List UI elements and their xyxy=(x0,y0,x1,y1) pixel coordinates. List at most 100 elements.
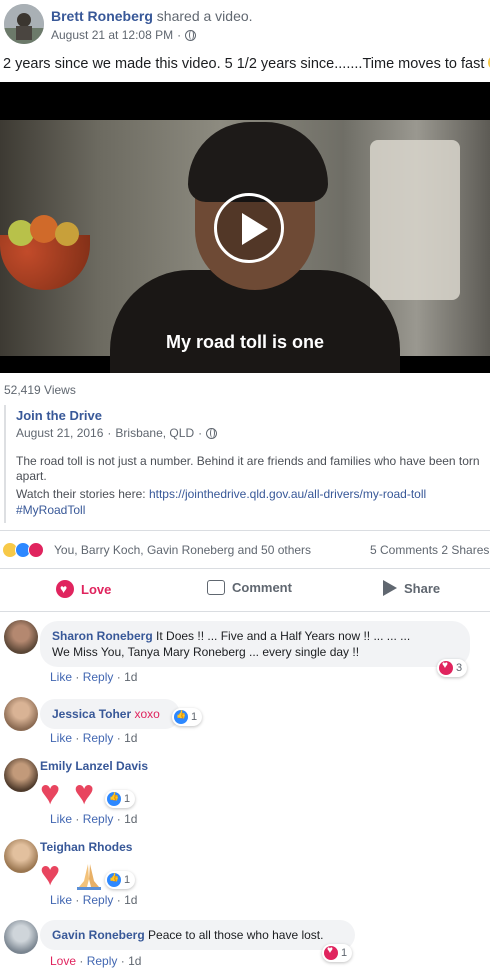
share-label: Share xyxy=(404,580,441,596)
separator: · xyxy=(120,954,125,968)
hashtag-link[interactable]: #MyRoadToll xyxy=(16,503,85,517)
globe-icon[interactable] xyxy=(206,427,218,439)
video-player[interactable]: My road toll is one xyxy=(0,82,490,373)
comment-reaction-badge[interactable]: 1 xyxy=(105,871,136,889)
post-text: 2 years since we made this video. 5 1/2 … xyxy=(3,55,490,72)
love-button[interactable]: Love xyxy=(56,580,111,598)
comment-button[interactable]: Comment xyxy=(207,580,292,595)
commenter-avatar[interactable] xyxy=(4,920,38,954)
like-link[interactable]: Like xyxy=(50,893,72,907)
reply-link[interactable]: Reply xyxy=(83,670,114,684)
separator: · xyxy=(75,670,80,684)
commenter-name[interactable]: Gavin Roneberg xyxy=(52,928,145,942)
fruit-image xyxy=(30,215,58,243)
comment-time[interactable]: 1d xyxy=(128,954,141,968)
separator: · xyxy=(75,893,80,907)
comment-item: Jessica Toher xoxo 1 Like · Reply · 1d xyxy=(0,695,490,750)
meta-separator: · xyxy=(107,426,112,440)
author-avatar[interactable] xyxy=(4,4,44,44)
commenter-avatar[interactable] xyxy=(4,620,38,654)
commenter-name[interactable]: Teighan Rhodes xyxy=(40,840,132,854)
comment-reaction-badge[interactable]: 1 xyxy=(105,790,136,808)
heart-emoji-icon: ♥ xyxy=(40,774,61,812)
comment-actions: Like · Reply · 1d xyxy=(50,670,137,684)
reply-link[interactable]: Reply xyxy=(83,812,114,826)
post-date[interactable]: August 21 at 12:08 PM xyxy=(51,28,173,42)
comment-text: xoxo xyxy=(134,707,160,721)
comment-item: Teighan Rhodes ♥ 1 Like · Reply · 1d xyxy=(0,837,490,912)
heart-icon xyxy=(324,945,338,960)
reaction-names[interactable]: You, Barry Koch, Gavin Roneberg and 50 o… xyxy=(54,543,311,557)
commenter-name[interactable]: Emily Lanzel Davis xyxy=(40,759,148,773)
reaction-icons[interactable] xyxy=(2,542,52,558)
share-arrow-icon xyxy=(383,580,397,596)
comment-actions: Like · Reply · 1d xyxy=(50,812,137,826)
comment-reaction-badge[interactable]: 3 xyxy=(437,659,468,677)
commenter-avatar[interactable] xyxy=(4,697,38,731)
divider xyxy=(0,611,490,612)
reaction-count: 1 xyxy=(124,874,131,886)
shared-link[interactable]: https://jointhedrive.qld.gov.au/all-driv… xyxy=(149,487,426,501)
comment-time[interactable]: 1d xyxy=(124,670,137,684)
commenter-avatar[interactable] xyxy=(4,839,38,873)
reply-link[interactable]: Reply xyxy=(83,731,114,745)
separator: · xyxy=(75,731,80,745)
heart-emoji-icon: ♥ xyxy=(40,855,61,893)
like-link[interactable]: Like xyxy=(50,670,72,684)
separator: · xyxy=(116,812,121,826)
author-name[interactable]: Brett Roneberg xyxy=(51,8,153,24)
comment-reaction-badge[interactable]: 1 xyxy=(322,944,353,962)
post-actions: Love Comment Share xyxy=(0,572,490,610)
comment-item: Sharon Roneberg It Does !! ... Five and … xyxy=(0,618,490,688)
commenter-name[interactable]: Jessica Toher xyxy=(52,707,131,721)
shares-count[interactable]: 2 Shares xyxy=(441,543,489,557)
love-link[interactable]: Love xyxy=(50,954,76,968)
divider xyxy=(0,530,490,531)
comment-icon xyxy=(207,580,225,595)
shared-page-name[interactable]: Join the Drive xyxy=(16,408,102,423)
reaction-count: 3 xyxy=(456,662,463,674)
heart-icon xyxy=(439,660,453,675)
reply-link[interactable]: Reply xyxy=(87,954,118,968)
commenter-name[interactable]: Sharon Roneberg xyxy=(52,629,153,643)
view-count: 52,419 Views xyxy=(4,383,76,397)
praying-hands-icon xyxy=(77,864,101,890)
comment-text: We Miss You, Tanya Mary Roneberg ... eve… xyxy=(52,645,360,659)
shared-location[interactable]: Brisbane, QLD xyxy=(115,426,194,440)
reaction-count: 1 xyxy=(341,947,348,959)
comment-text: It Does !! ... Five and a Half Years now… xyxy=(156,629,411,643)
comment-bubble: Gavin Roneberg Peace to all those who ha… xyxy=(40,920,355,950)
like-link[interactable]: Like xyxy=(50,731,72,745)
reply-link[interactable]: Reply xyxy=(83,893,114,907)
comments-count[interactable]: 5 Comments xyxy=(370,543,438,557)
globe-icon[interactable] xyxy=(185,29,197,41)
heart-emoji-icon: ♥ xyxy=(74,774,95,812)
like-link[interactable]: Like xyxy=(50,812,72,826)
comment-time[interactable]: 1d xyxy=(124,893,137,907)
commenter-avatar[interactable] xyxy=(4,758,38,792)
reaction-count: 1 xyxy=(124,793,131,805)
shared-date[interactable]: August 21, 2016 xyxy=(16,426,103,440)
love-label: Love xyxy=(81,581,112,597)
shared-description: The road toll is not just a number. Behi… xyxy=(16,454,480,483)
comment-item: Gavin Roneberg Peace to all those who ha… xyxy=(0,918,490,973)
comment-time[interactable]: 1d xyxy=(124,731,137,745)
comment-text: Peace to all those who have lost. xyxy=(148,928,324,942)
comment-actions: Like · Reply · 1d xyxy=(50,731,137,745)
post-text-body: 2 years since we made this video. 5 1/2 … xyxy=(3,56,485,72)
comment-actions: Like · Reply · 1d xyxy=(50,893,137,907)
fruit-image xyxy=(55,222,79,246)
separator: · xyxy=(75,812,80,826)
author-action: shared a video. xyxy=(156,8,253,24)
shared-link-line: Watch their stories here: https://jointh… xyxy=(16,487,426,501)
reaction-count: 1 xyxy=(191,711,198,723)
share-button[interactable]: Share xyxy=(383,580,440,596)
divider xyxy=(0,568,490,569)
separator: · xyxy=(116,893,121,907)
play-button[interactable] xyxy=(214,193,284,263)
comment-time[interactable]: 1d xyxy=(124,812,137,826)
comment-label: Comment xyxy=(232,580,292,595)
comment-reaction-badge[interactable]: 1 xyxy=(172,708,203,726)
separator: · xyxy=(79,954,84,968)
separator: · xyxy=(116,731,121,745)
